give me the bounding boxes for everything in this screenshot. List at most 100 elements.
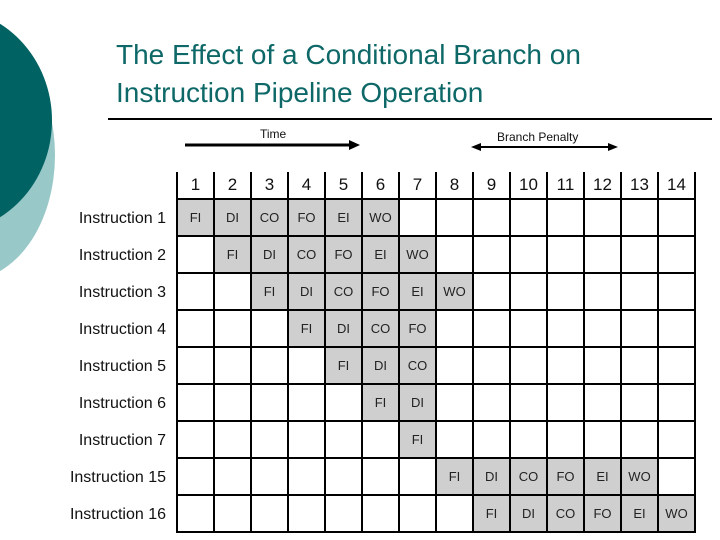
cycle-header-1: 1 <box>176 172 215 200</box>
empty-cell <box>620 383 659 422</box>
empty-cell <box>213 383 252 422</box>
empty-cell <box>287 457 326 496</box>
stage-cell-wo: WO <box>435 272 474 311</box>
empty-cell <box>657 420 696 459</box>
empty-cell <box>176 346 215 385</box>
cycle-header-9: 9 <box>472 172 511 200</box>
stage-cell-co: CO <box>287 235 326 274</box>
empty-cell <box>398 198 437 237</box>
empty-cell <box>509 309 548 348</box>
empty-cell <box>361 494 400 533</box>
arrows-layer <box>185 140 618 151</box>
empty-cell <box>472 346 511 385</box>
cycle-header-5: 5 <box>324 172 363 200</box>
empty-cell <box>472 198 511 237</box>
empty-cell <box>546 420 585 459</box>
empty-cell <box>324 420 363 459</box>
cycle-header-14: 14 <box>657 172 696 200</box>
cycle-header-3: 3 <box>250 172 289 200</box>
pipeline-grid: 1 2 3 4 5 6 7 8 9 10 11 12 13 14 FI DI CO FO EI WO FI DI CO FO E… <box>176 172 696 533</box>
empty-cell <box>213 309 252 348</box>
stage-cell-di: DI <box>361 346 400 385</box>
stage-cell-wo: WO <box>620 457 659 496</box>
cycle-header-11: 11 <box>546 172 585 200</box>
empty-cell <box>546 309 585 348</box>
empty-cell <box>250 309 289 348</box>
empty-cell <box>546 383 585 422</box>
empty-cell <box>398 494 437 533</box>
empty-cell <box>583 346 622 385</box>
cycle-header-4: 4 <box>287 172 326 200</box>
stage-cell-fi: FI <box>324 346 363 385</box>
empty-cell <box>250 494 289 533</box>
empty-cell <box>546 198 585 237</box>
stage-cell-fi: FI <box>398 420 437 459</box>
empty-cell <box>583 420 622 459</box>
empty-cell <box>176 383 215 422</box>
cycle-header-row: 1 2 3 4 5 6 7 8 9 10 11 12 13 14 <box>176 172 696 200</box>
empty-cell <box>657 383 696 422</box>
empty-cell <box>176 420 215 459</box>
instruction-label: Instruction 16 <box>69 506 166 523</box>
empty-cell <box>472 420 511 459</box>
empty-cell <box>324 457 363 496</box>
empty-cell <box>176 494 215 533</box>
instruction-label: Instruction 4 <box>78 321 166 338</box>
instruction-row: FI DI CO FO EI WO <box>176 494 696 533</box>
stage-cell-fo: FO <box>583 494 622 533</box>
instruction-row: FI DI CO FO EI WO <box>176 457 696 496</box>
empty-cell <box>361 420 400 459</box>
empty-cell <box>435 494 474 533</box>
time-arrow-icon <box>185 140 360 150</box>
empty-cell <box>509 198 548 237</box>
empty-cell <box>657 309 696 348</box>
instruction-label: Instruction 5 <box>78 358 166 375</box>
instruction-label: Instruction 7 <box>78 432 166 449</box>
empty-cell <box>546 346 585 385</box>
instruction-row: FI DI CO FO EI WO <box>176 235 696 274</box>
stage-cell-fo: FO <box>324 235 363 274</box>
stage-cell-fi: FI <box>472 494 511 533</box>
empty-cell <box>435 309 474 348</box>
empty-cell <box>620 309 659 348</box>
empty-cell <box>435 198 474 237</box>
cycle-header-10: 10 <box>509 172 548 200</box>
instruction-label: Instruction 2 <box>78 247 166 264</box>
empty-cell <box>546 235 585 274</box>
empty-cell <box>176 235 215 274</box>
empty-cell <box>546 272 585 311</box>
empty-cell <box>324 383 363 422</box>
empty-cell <box>620 346 659 385</box>
empty-cell <box>583 309 622 348</box>
branch-penalty-label: Branch Penalty <box>497 130 579 144</box>
empty-cell <box>250 457 289 496</box>
empty-cell <box>287 346 326 385</box>
empty-cell <box>472 383 511 422</box>
empty-cell <box>287 383 326 422</box>
stage-cell-wo: WO <box>361 198 400 237</box>
empty-cell <box>435 346 474 385</box>
stage-cell-di: DI <box>509 494 548 533</box>
instruction-row: FI DI CO <box>176 346 696 385</box>
empty-cell <box>435 383 474 422</box>
empty-cell <box>509 346 548 385</box>
empty-cell <box>472 309 511 348</box>
stage-cell-fi: FI <box>435 457 474 496</box>
empty-cell <box>657 346 696 385</box>
stage-cell-ei: EI <box>620 494 659 533</box>
empty-cell <box>213 457 252 496</box>
stage-cell-di: DI <box>324 309 363 348</box>
instruction-label: Instruction 15 <box>69 469 166 486</box>
empty-cell <box>213 272 252 311</box>
empty-cell <box>509 272 548 311</box>
empty-cell <box>620 198 659 237</box>
stage-cell-co: CO <box>250 198 289 237</box>
empty-cell <box>398 457 437 496</box>
stage-cell-di: DI <box>250 235 289 274</box>
empty-cell <box>583 383 622 422</box>
stage-cell-co: CO <box>546 494 585 533</box>
empty-cell <box>583 272 622 311</box>
empty-cell <box>287 420 326 459</box>
stage-cell-wo: WO <box>398 235 437 274</box>
stage-cell-ei: EI <box>361 235 400 274</box>
